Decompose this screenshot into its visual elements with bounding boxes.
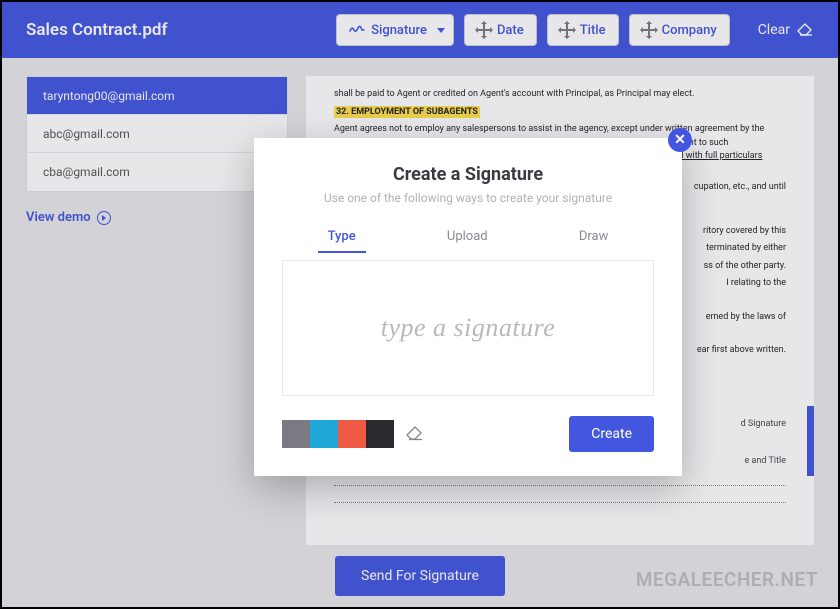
modal-footer: Create [282,416,654,452]
tab-upload[interactable]: Upload [437,223,498,250]
eraser-icon[interactable] [404,426,424,442]
tab-type[interactable]: Type [318,223,366,250]
color-swatches [282,420,424,448]
create-signature-modal: ✕ Create a Signature Use one of the foll… [254,138,682,476]
modal-tabs: Type Upload Draw [282,223,654,250]
color-swatch-red[interactable] [338,420,366,448]
create-button[interactable]: Create [569,416,654,452]
signature-input[interactable]: type a signature [282,260,654,396]
color-swatch-blue[interactable] [310,420,338,448]
close-icon[interactable]: ✕ [668,128,692,152]
color-swatch-grey[interactable] [282,420,310,448]
color-swatch-black[interactable] [366,420,394,448]
signature-placeholder: type a signature [381,313,556,343]
modal-subtitle: Use one of the following ways to create … [282,191,654,205]
modal-title: Create a Signature [282,164,654,185]
tab-draw[interactable]: Draw [569,223,619,250]
